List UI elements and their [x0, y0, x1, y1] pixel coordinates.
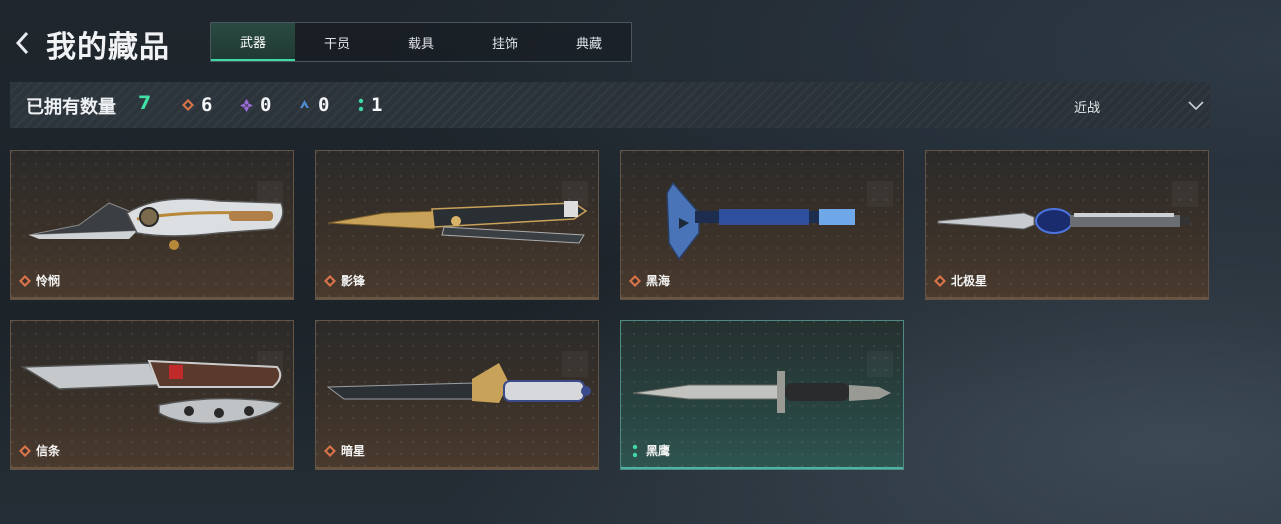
stats-bar: 已拥有数量 7 6 0 0 1 近战 — [10, 82, 1210, 128]
item-card-5[interactable]: 信条 — [10, 320, 294, 470]
tab-collection[interactable]: 典藏 — [547, 23, 631, 61]
rarity-green-count: 1 — [358, 94, 382, 116]
purple-diamond-icon — [240, 98, 253, 112]
tab-charms[interactable]: 挂饰 — [463, 23, 547, 61]
green-dots-icon — [632, 444, 638, 457]
item-card-3[interactable]: 黑海 — [620, 150, 904, 300]
page-title: 我的藏品 — [46, 30, 170, 65]
rarity-blue-count: 0 — [298, 94, 329, 116]
item-card-2[interactable]: 影锋 — [315, 150, 599, 300]
item-card-6[interactable]: 暗星 — [315, 320, 599, 470]
orange-diamond-icon — [182, 99, 194, 111]
dropdown-selected-value: 近战 — [1074, 100, 1101, 116]
item-name: 黑鹰 — [629, 442, 670, 459]
category-tabs: 武器 干员 载具 挂饰 典藏 — [210, 22, 632, 62]
orange-diamond-icon — [19, 274, 31, 287]
weapon-image — [934, 173, 1202, 263]
back-button[interactable] — [10, 28, 36, 58]
item-name: 信条 — [19, 442, 60, 459]
weapon-image — [19, 343, 287, 433]
rarity-purple-count: 0 — [240, 94, 271, 116]
orange-diamond-icon — [324, 444, 336, 457]
owned-label: 已拥有数量 — [26, 97, 116, 118]
weapon-image — [19, 173, 287, 263]
item-name: 怜悯 — [19, 272, 60, 289]
owned-count: 7 — [138, 92, 152, 114]
weapon-image — [629, 173, 897, 263]
weapon-image — [629, 343, 897, 433]
tab-weapons[interactable]: 武器 — [211, 23, 295, 61]
item-card-1[interactable]: 怜悯 — [10, 150, 294, 300]
weapon-image — [324, 343, 592, 433]
item-name: 黑海 — [629, 272, 670, 289]
item-card-4[interactable]: 北极星 — [925, 150, 1209, 300]
chevron-down-icon — [1188, 101, 1204, 111]
green-dots-icon — [358, 98, 364, 112]
rarity-orange-count: 6 — [182, 94, 212, 116]
chevron-left-icon — [15, 31, 29, 55]
weapon-image — [324, 173, 592, 263]
blue-triangle-icon — [300, 100, 309, 108]
tab-operators[interactable]: 干员 — [295, 23, 379, 61]
item-card-7[interactable]: 黑鹰 — [620, 320, 904, 470]
item-name: 影锋 — [324, 272, 365, 289]
item-name: 北极星 — [934, 272, 987, 289]
weapon-type-dropdown[interactable]: 近战 — [1074, 94, 1204, 118]
orange-diamond-icon — [629, 274, 641, 287]
tab-vehicles[interactable]: 载具 — [379, 23, 463, 61]
orange-diamond-icon — [934, 274, 946, 287]
item-name: 暗星 — [324, 442, 365, 459]
orange-diamond-icon — [324, 274, 336, 287]
orange-diamond-icon — [19, 444, 31, 457]
